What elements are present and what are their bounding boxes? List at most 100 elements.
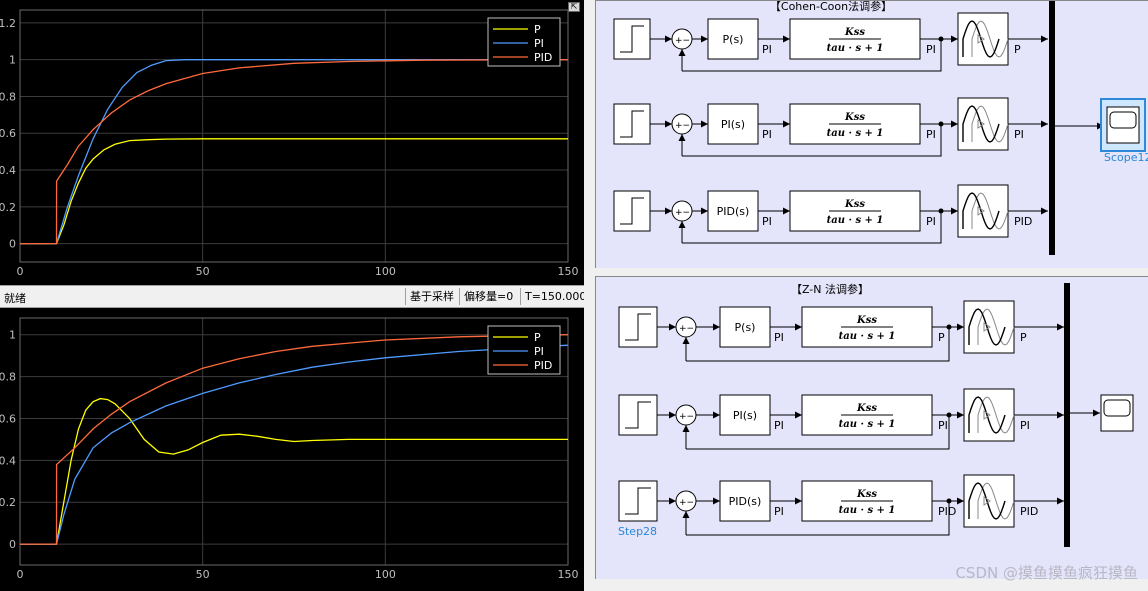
scope-plot-bottom[interactable]: 0 50 100 150 0 0.2 0.4 0.6 0.8 1 P PI PID: [0, 308, 584, 591]
simulink-model-zn[interactable]: 【Z-N 法调参】 +− P(s) PI Kss tau · s + 1 P P +− PI(s)…: [595, 276, 1148, 579]
series-line-p: [20, 397, 568, 545]
signal-label-plant-out: PI: [926, 128, 936, 141]
signal-label-plant-out: PI: [926, 43, 936, 56]
x-tick-label: 0: [17, 265, 24, 278]
arrow-head: [665, 35, 672, 43]
step-block: [613, 190, 651, 232]
sum-block: +−: [671, 113, 693, 135]
status-sample-mode: 基于采样: [405, 288, 458, 305]
x-tick-label: 50: [196, 265, 210, 278]
arrow-head: [682, 511, 690, 518]
scope-status-bar: 就绪 基于采样 偏移量=0 T=150.000: [0, 285, 586, 308]
signal-label-output: P: [1020, 331, 1027, 344]
sum-block: +−: [671, 28, 693, 50]
y-tick-label: 0.8: [0, 371, 16, 384]
sum-block: +−: [675, 490, 697, 512]
pane-divider[interactable]: [584, 0, 595, 591]
y-tick-label: 1: [9, 329, 16, 342]
y-tick-label: 0.8: [0, 90, 16, 103]
mux-block: [1064, 283, 1070, 547]
signal-label-controller-out: PI: [762, 43, 772, 56]
arrow-head: [665, 207, 672, 215]
y-tick-label: 0.2: [0, 201, 16, 214]
mux-block: [1049, 1, 1055, 255]
step-block: [613, 103, 651, 145]
signal-label-plant-out: PI: [926, 215, 936, 228]
sum-signs: +−: [679, 324, 694, 334]
step-block: [618, 394, 658, 436]
arrow-head: [682, 337, 690, 344]
legend-label: PI: [534, 345, 544, 358]
signal-label-output: P: [1014, 43, 1021, 56]
sum-signs: +−: [679, 412, 694, 422]
arrow-head: [1057, 323, 1064, 331]
series-line-p: [20, 138, 568, 245]
transfer-fcn-block: Kss tau · s + 1: [801, 480, 933, 522]
controller-block: PI(s): [719, 394, 771, 436]
transport-delay-block: [963, 300, 1015, 354]
controller-label: PID(s): [729, 495, 762, 508]
transfer-fcn-denominator: tau · s + 1: [839, 331, 896, 342]
transfer-fcn-numerator: Kss: [856, 489, 877, 500]
transfer-fcn-block: Kss tau · s + 1: [789, 18, 921, 60]
arrow-head: [678, 134, 686, 141]
x-tick-label: 150: [558, 568, 579, 581]
transfer-fcn-numerator: Kss: [856, 403, 877, 414]
controller-label: PID(s): [717, 205, 750, 218]
plot-axes-box: [19, 9, 569, 263]
series-line-pi: [20, 344, 569, 545]
arrow-head: [713, 497, 720, 505]
transfer-fcn-denominator: tau · s + 1: [839, 419, 896, 430]
controller-label: PI(s): [721, 118, 745, 131]
signal-label-output: PID: [1020, 505, 1038, 518]
status-offset: 偏移量=0: [459, 288, 517, 305]
step-block: [618, 306, 658, 348]
scope-plot-top[interactable]: 0 50 100 150 0 0.2 0.4 0.6 0.8 1 1.2 P PI PID ⇱: [0, 0, 584, 285]
status-ready: 就绪: [4, 292, 26, 305]
signal-label-output: PI: [1014, 128, 1024, 141]
x-tick-label: 100: [375, 265, 396, 278]
sum-signs: +−: [675, 121, 690, 131]
scope-icon: [1109, 111, 1137, 129]
arrow-head: [783, 207, 790, 215]
model-top-canvas: 【Cohen-Coon法调参】 +− P(s) PI Kss tau · s + 1 PI P…: [613, 1, 1148, 255]
sum-signs: +−: [675, 36, 690, 46]
sum-block: +−: [671, 200, 693, 222]
arrow-head: [795, 323, 802, 331]
arrow-head: [951, 35, 958, 43]
y-tick-label: 0: [9, 538, 16, 551]
simulink-model-cohen-coon[interactable]: 【Cohen-Coon法调参】 +− P(s) PI Kss tau · s + 1 PI P…: [595, 0, 1148, 268]
arrow-head: [1093, 409, 1100, 417]
delay-frame: [957, 12, 1009, 66]
arrow-head: [795, 411, 802, 419]
arrow-head: [795, 497, 802, 505]
delay-frame: [957, 184, 1009, 238]
step-block: [618, 480, 658, 522]
arrow-head: [669, 411, 676, 419]
arrow-head: [783, 120, 790, 128]
legend-label: PI: [534, 37, 544, 50]
controller-block: P(s): [719, 306, 771, 348]
arrow-head: [1057, 411, 1064, 419]
sum-block: +−: [675, 404, 697, 426]
y-tick-label: 0.2: [0, 496, 16, 509]
transport-delay-block: [963, 474, 1015, 528]
arrow-head: [701, 35, 708, 43]
transfer-fcn-block: Kss tau · s + 1: [801, 306, 933, 348]
scope-icon: [1103, 399, 1131, 417]
delay-frame: [963, 300, 1015, 354]
arrow-head: [669, 323, 676, 331]
y-tick-label: 0.4: [0, 454, 16, 467]
expand-icon[interactable]: ⇱: [568, 2, 580, 12]
y-tick-label: 1.2: [0, 17, 16, 30]
arrow-head: [951, 120, 958, 128]
x-tick-label: 50: [196, 568, 210, 581]
transport-delay-block: [963, 388, 1015, 442]
arrow-head: [957, 497, 964, 505]
model-bottom-canvas: 【Z-N 法调参】 +− P(s) PI Kss tau · s + 1 P P +− PI(s)…: [618, 282, 1134, 547]
arrow-head: [701, 207, 708, 215]
x-tick-label: 150: [558, 265, 579, 278]
signal-label-plant-out: PI: [938, 419, 948, 432]
arrow-head: [669, 497, 676, 505]
arrow-head: [957, 323, 964, 331]
